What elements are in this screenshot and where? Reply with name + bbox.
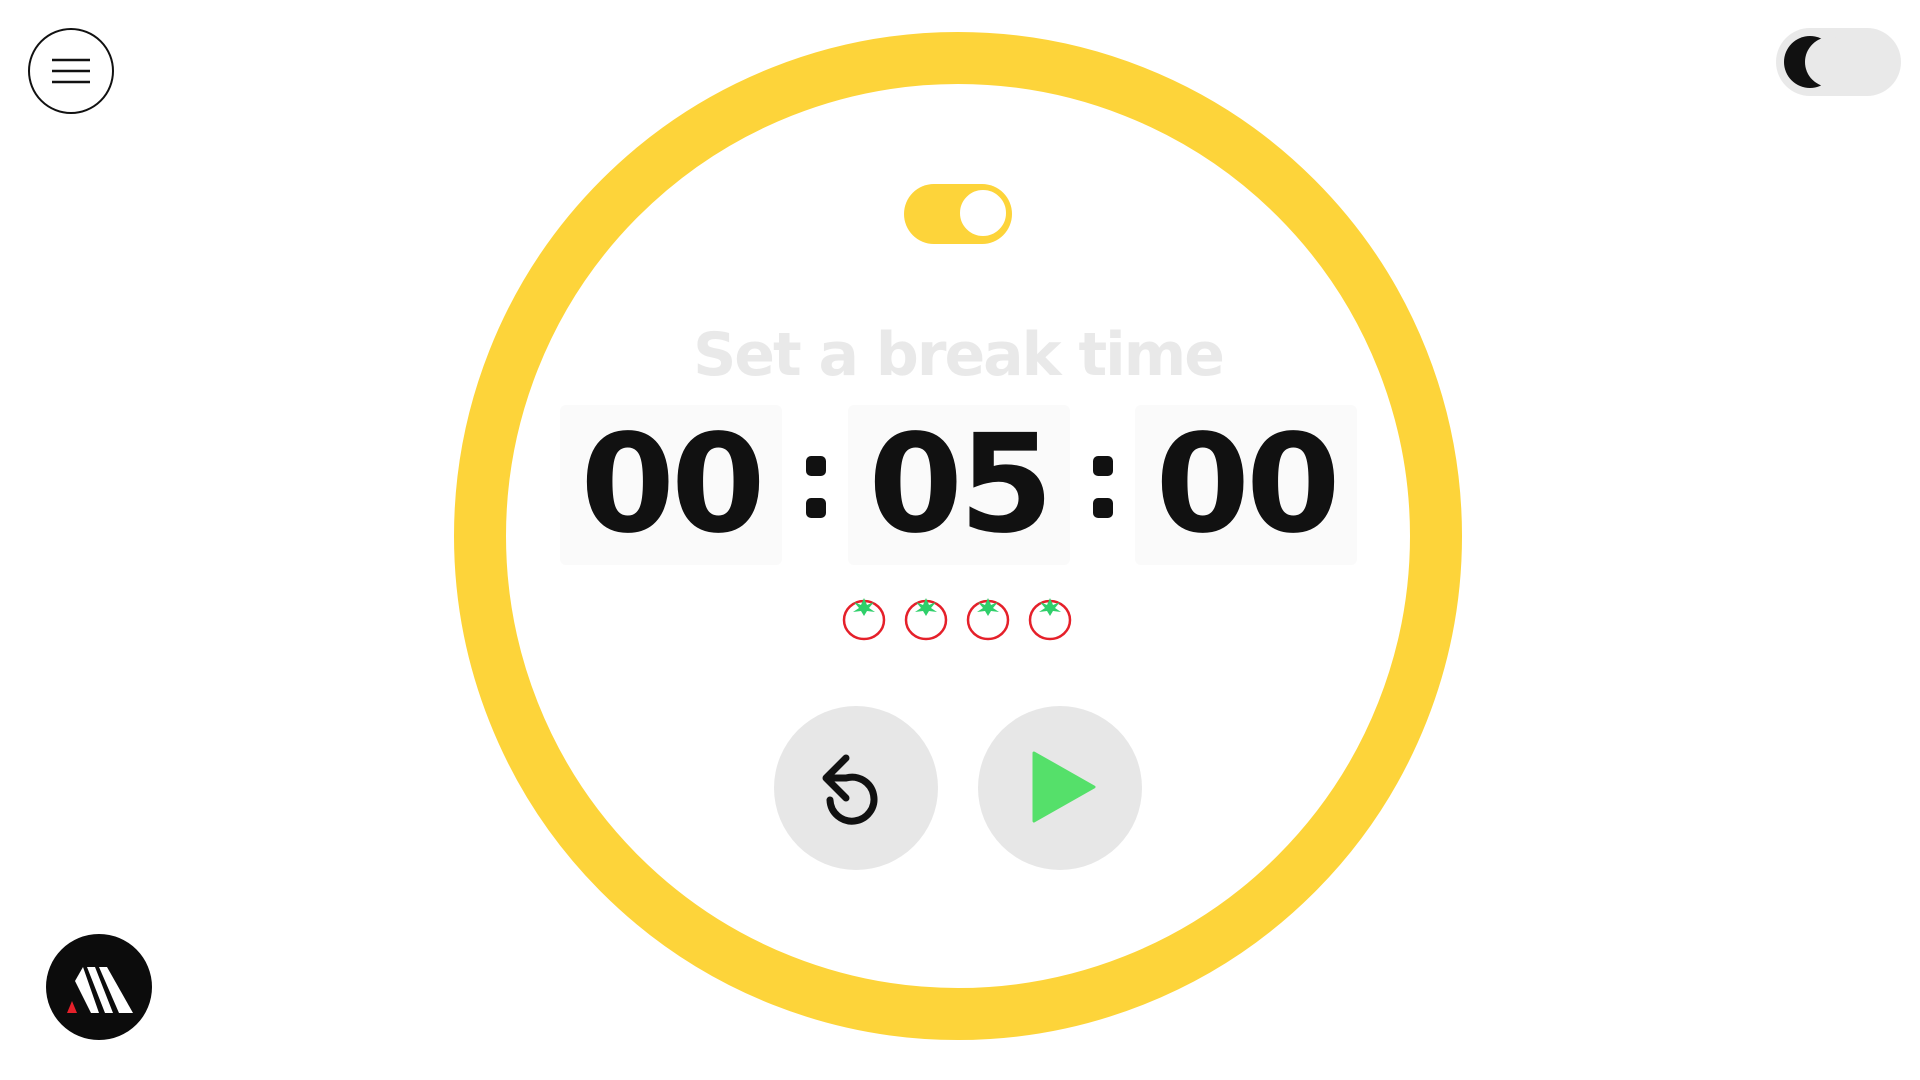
brand-logo[interactable] <box>46 934 152 1040</box>
reset-button[interactable] <box>774 706 938 870</box>
mode-label: Set a break time <box>693 320 1225 390</box>
crescent-moon-icon <box>1784 36 1838 88</box>
pomodoro-counter <box>840 592 1080 642</box>
tomato-icon <box>904 598 948 641</box>
hours-field[interactable]: 00 <box>560 405 782 565</box>
tomato-icon <box>842 598 886 641</box>
menu-button[interactable] <box>28 28 114 114</box>
brand-logo-icon <box>67 967 133 1013</box>
break-mode-toggle[interactable] <box>904 184 1012 244</box>
play-button[interactable] <box>978 706 1142 870</box>
tomato-icon <box>1028 598 1072 641</box>
hamburger-menu-icon <box>52 58 90 84</box>
play-icon <box>1032 751 1096 823</box>
time-separator <box>804 452 828 524</box>
minutes-field[interactable]: 05 <box>848 405 1070 565</box>
timer-page: Set a break time 00 05 00 <box>0 0 1920 1080</box>
seconds-field[interactable]: 00 <box>1135 405 1357 565</box>
time-separator <box>1091 452 1115 524</box>
undo-arrow-icon <box>822 754 878 825</box>
tomato-icon <box>966 598 1010 641</box>
toggle-knob <box>958 188 1008 238</box>
dark-mode-toggle[interactable] <box>1776 28 1901 96</box>
